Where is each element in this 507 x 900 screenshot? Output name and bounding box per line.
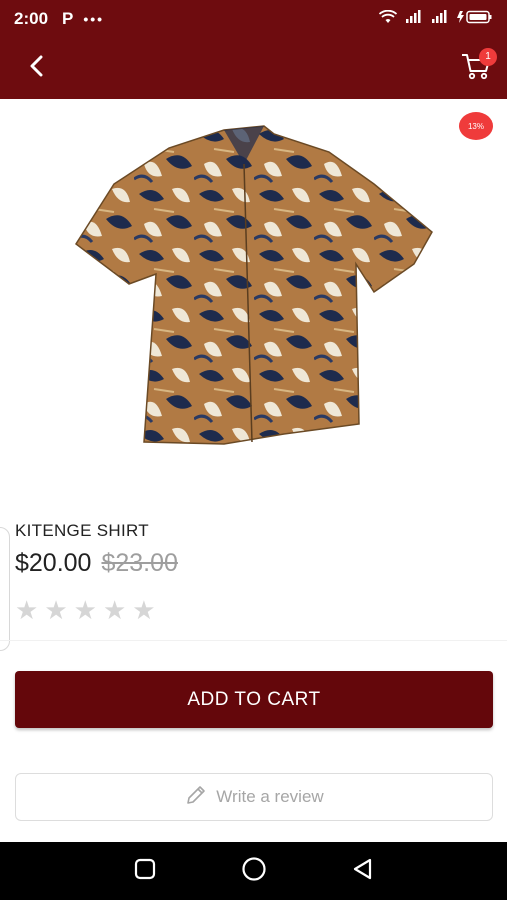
notification-app-icon: P: [62, 9, 74, 28]
recent-apps-button[interactable]: [125, 851, 165, 891]
back-button[interactable]: [22, 54, 52, 84]
cart-count-badge: 1: [479, 47, 497, 66]
divider: [0, 640, 507, 641]
shirt-image: [74, 125, 433, 445]
pencil-icon: [184, 783, 208, 812]
app-bar: 1: [0, 38, 507, 99]
price-row: $20.00 $23.00: [15, 549, 178, 578]
more-notifications-icon: •••: [83, 11, 105, 27]
status-time: 2:00: [14, 9, 49, 28]
wifi-icon: [378, 9, 398, 29]
rating-stars: ★ ★ ★ ★ ★: [15, 597, 156, 623]
write-review-button[interactable]: Write a review: [15, 773, 493, 821]
product-name: KITENGE SHIRT: [15, 521, 149, 540]
chevron-left-icon: [29, 55, 45, 82]
star-icon: ★: [132, 595, 156, 625]
write-review-label: Write a review: [216, 787, 324, 806]
battery-charging-icon: [457, 10, 493, 29]
signal-icon: [431, 9, 449, 29]
original-price: $23.00: [101, 549, 178, 577]
back-nav-button[interactable]: [343, 851, 383, 891]
product-image[interactable]: [74, 124, 434, 446]
home-button[interactable]: [234, 851, 274, 891]
back-triangle-icon: [351, 857, 375, 886]
side-drawer-handle[interactable]: [0, 527, 10, 651]
star-icon: ★: [73, 595, 97, 625]
star-icon: ★: [44, 595, 68, 625]
status-icons: [378, 9, 493, 29]
recent-apps-icon: [134, 858, 156, 885]
signal-icon: [405, 9, 423, 29]
status-bar: 2:00 P •••: [0, 0, 507, 38]
add-to-cart-button[interactable]: ADD TO CART: [15, 671, 493, 728]
cart-button[interactable]: 1: [459, 47, 497, 86]
star-icon: ★: [102, 595, 127, 625]
discount-badge: 13%: [459, 112, 493, 140]
star-icon: ★: [15, 595, 39, 625]
system-nav-bar: [0, 842, 507, 900]
current-price: $20.00: [15, 549, 92, 577]
home-icon: [241, 856, 267, 887]
